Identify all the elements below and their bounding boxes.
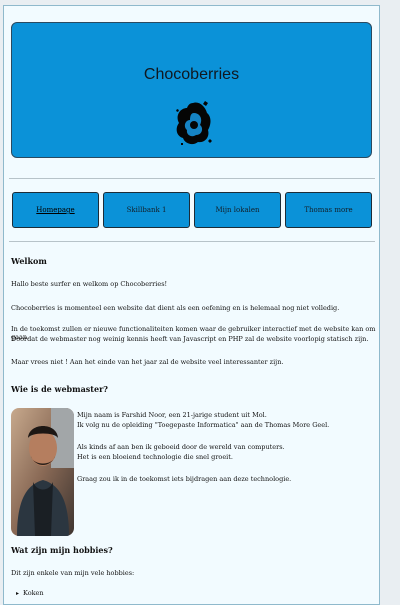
main-nav: Homepage Skillbank 1 Mijn lokalen Thomas… [12,192,372,228]
webmaster-heading: Wie is de webmaster? [11,384,108,394]
nav-item-mijn-lokalen[interactable]: Mijn lokalen [194,192,281,228]
webmaster-line: Mijn naam is Farshid Noor, een 21-jarige… [77,411,267,419]
webmaster-line: Ik volg nu de opleiding "Toegepaste Info… [77,421,330,429]
webmaster-line: Als kinds af aan ben ik geboeid door de … [77,443,285,451]
nav-item-homepage[interactable]: Homepage [12,192,99,228]
intro-line: Doordat de webmaster nog weinig kennis h… [11,335,369,343]
list-item: Koken [16,589,44,597]
hobbies-heading: Wat zijn mijn hobbies? [11,545,113,555]
webmaster-line: Graag zou ik in de toekomst iets bijdrag… [77,475,292,483]
hobbies-intro: Dit zijn enkele van mijn vele hobbies: [11,569,135,577]
intro-line: Hallo beste surfer en welkom op Chocober… [11,280,168,288]
webmaster-photo [11,408,74,536]
nav-item-thomas-more[interactable]: Thomas more [285,192,372,228]
divider [9,178,375,179]
splash-logo-icon [176,101,212,145]
nav-item-skillbank[interactable]: Skillbank 1 [103,192,190,228]
intro-line: Maar vrees niet ! Aan het einde van het … [11,358,284,366]
webmaster-line: Het is een bloeiend technologie die snel… [77,453,233,461]
divider [9,241,375,242]
welcome-heading: Welkom [11,256,47,266]
site-title: Chocoberries [143,66,240,83]
intro-line: Chocoberries is momenteel een website da… [11,304,340,312]
page: Chocoberries Homepage Skillbank 1 Mijn l… [3,5,380,605]
site-header: Chocoberries [11,22,372,158]
hobbies-list: Koken [16,589,44,597]
